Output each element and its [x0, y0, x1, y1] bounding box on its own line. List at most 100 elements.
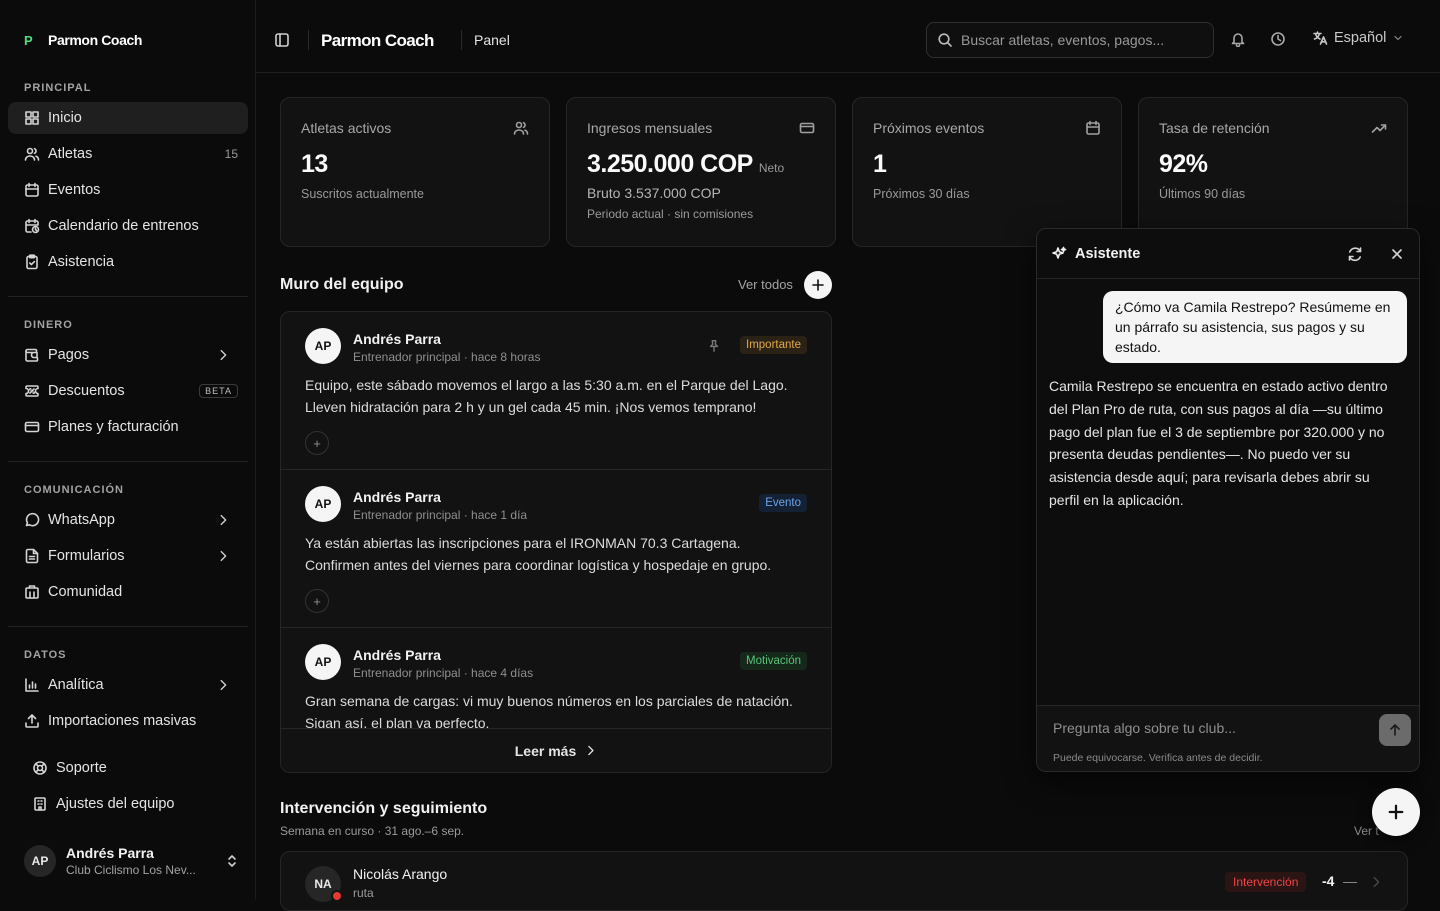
search-input[interactable]: [961, 32, 1201, 48]
ticket-percent-icon: [25, 385, 39, 397]
building-icon: [25, 585, 39, 599]
sparkles-icon: [1052, 246, 1067, 259]
sidebar-item-formularios[interactable]: Formularios: [8, 540, 248, 572]
stat-card-retention[interactable]: Tasa de retención 92% Últimos 90 días: [1138, 97, 1408, 247]
clock-icon[interactable]: [1270, 31, 1286, 47]
nav-section-principal: PRINCIPAL Inicio Atletas 15 Eventos Cale…: [8, 78, 248, 278]
sidebar-item-label: Asistencia: [48, 254, 115, 270]
add-reaction-button[interactable]: +: [305, 431, 329, 455]
sidebar-item-label: Importaciones masivas: [48, 713, 197, 729]
add-post-button[interactable]: [804, 271, 832, 299]
sidebar-item-planes[interactable]: Planes y facturación: [8, 411, 248, 443]
search-box[interactable]: [926, 22, 1214, 58]
read-more-button[interactable]: Leer más: [281, 728, 831, 772]
chevrons-up-down-icon: [228, 855, 236, 867]
score-value: -4: [1322, 873, 1335, 889]
intervention-see-all-link[interactable]: Ver t: [1354, 824, 1379, 838]
wall-post[interactable]: AP Andrés Parra Entrenador principal · h…: [281, 312, 831, 470]
sidebar-item-label: Formularios: [48, 548, 125, 564]
stat-card-revenue[interactable]: Ingresos mensuales 3.250.000 COP Neto Bru…: [566, 97, 836, 247]
sidebar-item-pagos[interactable]: Pagos: [8, 339, 248, 371]
stat-value-row: 3.250.000 COP Neto: [587, 150, 815, 179]
header-divider: [308, 30, 309, 50]
section-title: DATOS: [24, 649, 67, 661]
nav-section-datos: DATOS Analítica Importaciones masivas: [8, 645, 248, 737]
sidebar-divider: [8, 461, 248, 462]
intervention-title: Intervención y seguimiento: [280, 800, 488, 817]
sidebar-item-ajustes[interactable]: Ajustes del equipo: [16, 788, 246, 820]
stat-card-events[interactable]: Próximos eventos 1 Próximos 30 días: [852, 97, 1122, 247]
sidebar-item-eventos[interactable]: Eventos: [8, 174, 248, 206]
section-title: PRINCIPAL: [24, 82, 92, 94]
sidebar-item-soporte[interactable]: Soporte: [16, 752, 246, 784]
stat-value: 1: [873, 150, 887, 178]
sidebar-item-atletas[interactable]: Atletas 15: [8, 138, 248, 170]
nav-section-dinero: DINERO Pagos Descuentos BETA Planes y fa…: [8, 315, 248, 443]
sidebar-item-asistencia[interactable]: Asistencia: [8, 246, 248, 278]
athlete-count-badge: 15: [224, 147, 238, 161]
stat-card-athletes[interactable]: Atletas activos 13 Suscritos actualmente: [280, 97, 550, 247]
stat-subtitle: Periodo actual · sin comisiones: [587, 207, 754, 221]
add-reaction-button[interactable]: +: [305, 589, 329, 613]
sidebar: P Parmon Coach PRINCIPAL Inicio Atletas …: [0, 0, 256, 900]
stat-gross: Bruto 3.537.000 COP: [587, 185, 721, 201]
trend-indicator: —: [1343, 873, 1357, 889]
refresh-icon[interactable]: [1347, 246, 1363, 262]
sidebar-item-comunidad[interactable]: Comunidad: [8, 576, 248, 608]
assistant-header: Asistente: [1037, 229, 1419, 279]
close-icon[interactable]: [1389, 246, 1405, 262]
post-body: Equipo, este sábado movemos el largo a l…: [305, 377, 788, 415]
stat-subtitle: Últimos 90 días: [1159, 187, 1246, 201]
file-text-icon: [25, 548, 39, 564]
sidebar-footer-nav: Soporte Ajustes del equipo: [16, 748, 246, 820]
stat-value: 3.250.000 COP: [587, 150, 753, 178]
arrow-up-icon: [1390, 724, 1400, 736]
sidebar-item-inicio[interactable]: Inicio: [8, 102, 248, 134]
header-divider: [461, 30, 462, 50]
sidebar-brand[interactable]: P Parmon Coach: [24, 32, 142, 48]
chevron-down-icon: [1394, 35, 1403, 41]
brand-name: Parmon Coach: [48, 32, 142, 48]
pin-icon[interactable]: [707, 339, 721, 353]
grid-icon: [25, 111, 39, 125]
sidebar-item-descuentos[interactable]: Descuentos BETA: [8, 375, 248, 407]
sidebar-item-importaciones[interactable]: Importaciones masivas: [8, 705, 248, 737]
sidebar-item-analitica[interactable]: Analítica: [8, 669, 248, 701]
sidebar-item-label: Soporte: [56, 760, 107, 776]
trending-up-icon: [1371, 124, 1387, 133]
wall-see-all-link[interactable]: Ver todos: [738, 277, 793, 292]
assistant-panel: Asistente ¿Cómo va Camila Restrepo? Resú…: [1036, 228, 1420, 772]
chevron-right-icon: [220, 349, 227, 361]
chevron-right-icon: [220, 514, 227, 526]
calendar-clock-icon: [25, 218, 40, 234]
sidebar-item-label: Inicio: [48, 110, 82, 126]
sidebar-toggle-icon[interactable]: [274, 32, 290, 48]
sidebar-item-label: Descuentos: [48, 383, 125, 399]
intervention-row[interactable]: NA Nicolás Arango ruta Intervención -4 —: [280, 851, 1408, 911]
wall-post[interactable]: AP Andrés Parra Entrenador principal · h…: [281, 470, 831, 628]
page-title: Panel: [474, 32, 510, 48]
post-meta: Entrenador principal · hace 1 día: [353, 508, 528, 522]
brand-logo-icon: P: [24, 32, 33, 48]
sidebar-item-calendario[interactable]: Calendario de entrenos: [8, 210, 248, 242]
stat-value-note: Neto: [758, 161, 785, 175]
user-name: Andrés Parra: [66, 845, 154, 861]
team-wall: AP Andrés Parra Entrenador principal · h…: [280, 311, 832, 773]
header-brand: Parmon Coach: [321, 31, 434, 50]
send-button[interactable]: [1379, 714, 1411, 746]
assistant-input[interactable]: [1053, 720, 1353, 736]
wall-title: Muro del equipo: [280, 276, 404, 293]
building-settings-icon: [34, 797, 46, 811]
user-menu[interactable]: AP Andrés Parra Club Ciclismo Los Nev...: [16, 838, 240, 884]
post-tag-important: Importante: [740, 336, 807, 354]
floating-add-button[interactable]: [1372, 788, 1420, 836]
sidebar-item-whatsapp[interactable]: WhatsApp: [8, 504, 248, 536]
sidebar-item-label: Analítica: [48, 677, 104, 693]
intervention-badge: Intervención: [1225, 872, 1307, 892]
bar-chart-icon: [25, 678, 39, 692]
users-icon: [24, 147, 40, 161]
language-selector[interactable]: Español: [1312, 30, 1404, 46]
stat-subtitle: Suscritos actualmente: [301, 187, 424, 201]
calendar-icon: [1086, 120, 1100, 135]
bell-icon[interactable]: [1230, 31, 1246, 47]
